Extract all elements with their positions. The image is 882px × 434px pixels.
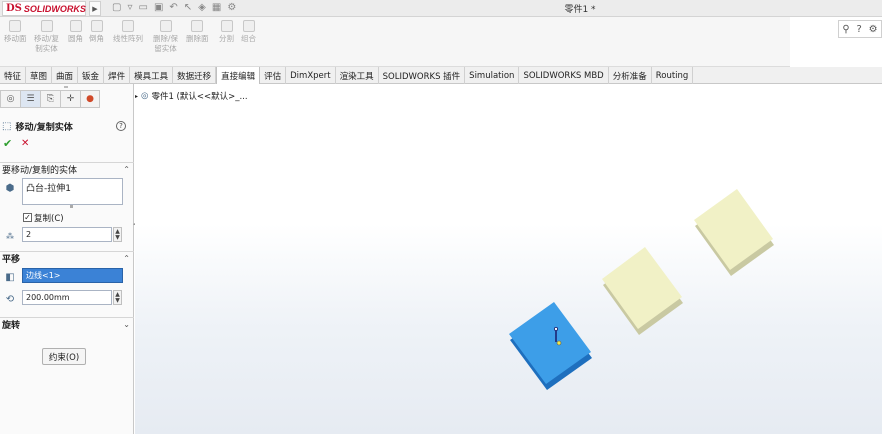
tab-simulation[interactable]: Simulation (465, 67, 520, 84)
move-face-icon (9, 20, 22, 32)
tab-routing[interactable]: Routing (652, 67, 694, 84)
logo-text: SOLIDWORKS (23, 3, 86, 14)
move-copy-body-icon (40, 20, 53, 32)
original-body[interactable] (509, 302, 592, 390)
edge-selection-field[interactable]: 边线<1> (22, 268, 123, 283)
tab-data-migration[interactable]: 数据迁移 (173, 67, 217, 84)
chamfer-icon (90, 20, 103, 32)
property-manager: ◎ ☰ ⎘ ✛ ● ⬚ 移动/复制实体 ? ✔ ✕ 要移动/复制的实体 ⌃ ⬢ … (0, 84, 134, 434)
dimxpert-manager-icon[interactable]: ✛ (60, 90, 80, 108)
file-properties-icon[interactable]: ▦ (212, 2, 221, 13)
expand-menu-button[interactable]: ▶ (89, 1, 101, 16)
delete-keep-body-icon (159, 20, 172, 32)
copy-body-2[interactable] (694, 189, 774, 276)
title-bar: DS SOLIDWORKS ▶ ▢ ▿ ▭ ▣ ↶ ↖ ◈ ▦ ⚙ 零件1 * (0, 0, 882, 17)
options-icon[interactable]: ⚙ (227, 2, 236, 13)
solidworks-logo[interactable]: DS SOLIDWORKS (2, 1, 86, 16)
combine-command[interactable]: 组合 (241, 20, 256, 44)
expand-chevron-icon[interactable]: ⌄ (123, 320, 130, 329)
tab-direct-editing[interactable]: 直接编辑 (216, 67, 261, 84)
tab-solidworks-mbd[interactable]: SOLIDWORKS MBD (519, 67, 609, 84)
tab-dimxpert[interactable]: DimXpert (286, 67, 336, 84)
tab-surfaces[interactable]: 曲面 (52, 67, 79, 84)
ds-logo-mark: DS (6, 3, 22, 14)
model-scene[interactable] (135, 84, 882, 434)
tab-evaluate[interactable]: 评估 (260, 67, 287, 84)
graphics-area[interactable]: ▸ ◎ 零件1 (默认<<默认>_... (135, 84, 882, 434)
delete-face-icon (191, 20, 204, 32)
edge-direction-icon: ◧ (5, 271, 15, 283)
collapse-chevron-icon[interactable]: ⌃ (123, 165, 130, 174)
bodies-selection-list[interactable]: 凸台-拉伸1 (22, 178, 123, 205)
fillet-command[interactable]: 圆角 (68, 20, 83, 44)
configuration-manager-icon[interactable]: ⎘ (40, 90, 60, 108)
distance-icon: ⟲ (5, 293, 15, 305)
list-resize-handle[interactable] (70, 205, 73, 208)
ok-button[interactable]: ✔ (3, 137, 12, 150)
tab-analysis-prep[interactable]: 分析准备 (609, 67, 652, 84)
copy-count-spinner[interactable]: ▲ ▼ (113, 227, 122, 242)
distance-spinner[interactable]: ▲ ▼ (113, 290, 122, 305)
select-icon[interactable]: ↖ (184, 2, 192, 13)
combine-icon (242, 20, 255, 32)
constraints-button[interactable]: 约束(O) (42, 348, 86, 365)
copy-count-icon: ⁂ (6, 231, 14, 241)
tab-render-tools[interactable]: 渲染工具 (336, 67, 379, 84)
cancel-button[interactable]: ✕ (21, 138, 29, 149)
copy-body-1-face[interactable] (602, 247, 682, 329)
copy-body-2-face[interactable] (694, 189, 773, 270)
display-manager-icon[interactable]: ● (80, 90, 100, 108)
tab-weldments[interactable]: 焊件 (104, 67, 131, 84)
body-selection-icon: ⬢ (5, 182, 15, 194)
delete-keep-body-command[interactable]: 删除/保 留实体 (153, 20, 178, 54)
chamfer-command[interactable]: 倒角 (89, 20, 104, 44)
open-icon[interactable]: ▿ (127, 2, 132, 13)
distance-field[interactable]: 200.00mm (22, 290, 112, 305)
translate-section-header[interactable]: 平移 ⌃ (0, 251, 134, 265)
original-body-face[interactable] (509, 302, 591, 384)
bodies-section-header[interactable]: 要移动/复制的实体 ⌃ (0, 162, 134, 176)
command-manager: 移动面 移动/复 制实体 圆角 倒角 线性阵列 删除/保 留实体 删除面 分割 … (0, 17, 790, 67)
split-icon (220, 20, 233, 32)
rebuild-icon[interactable]: ◈ (198, 2, 206, 13)
quick-access-toolbar: ▢ ▿ ▭ ▣ ↶ ↖ ◈ ▦ ⚙ (112, 2, 236, 13)
panel-drag-handle[interactable] (64, 86, 68, 88)
fillet-icon (69, 20, 82, 32)
search-icon[interactable]: ⚲ (842, 24, 849, 35)
new-document-icon[interactable]: ▢ (112, 2, 121, 13)
print-icon[interactable]: ▣ (154, 2, 163, 13)
delete-face-command[interactable]: 删除面 (186, 20, 209, 44)
document-title: 零件1 * (564, 5, 596, 15)
move-face-command[interactable]: 移动面 (4, 20, 27, 44)
copy-count-field[interactable]: 2 (22, 227, 112, 242)
tab-features[interactable]: 特征 (0, 67, 27, 84)
search-tools: ⚲ ? ⚙ (838, 20, 882, 38)
help-icon[interactable]: ? (857, 24, 862, 35)
property-manager-title: ⬚ 移动/复制实体 (2, 121, 73, 133)
undo-icon[interactable]: ↶ (169, 2, 177, 13)
feature-manager-icon[interactable]: ◎ (0, 90, 20, 108)
tab-sketch[interactable]: 草图 (26, 67, 53, 84)
property-manager-icon[interactable]: ☰ (20, 90, 40, 108)
command-manager-tabs: 特征 草图 曲面 钣金 焊件 模具工具 数据迁移 直接编辑 评估 DimXper… (0, 67, 882, 84)
collapse-chevron-icon[interactable]: ⌃ (123, 254, 130, 263)
help-button[interactable]: ? (116, 121, 126, 131)
tab-solidworks-addins[interactable]: SOLIDWORKS 插件 (379, 67, 466, 84)
linear-pattern-command[interactable]: 线性阵列 (113, 20, 143, 44)
tab-mold-tools[interactable]: 模具工具 (130, 67, 174, 84)
save-icon[interactable]: ▭ (138, 2, 147, 13)
copy-checkbox[interactable]: ✓ (23, 213, 32, 222)
tab-sheet-metal[interactable]: 钣金 (78, 67, 105, 84)
options-gear-icon[interactable]: ⚙ (869, 24, 878, 35)
copy-body-1[interactable] (602, 247, 683, 335)
panel-tabs: ◎ ☰ ⎘ ✛ ● (0, 90, 134, 108)
move-copy-icon: ⬚ (2, 121, 12, 132)
linear-pattern-icon (122, 20, 134, 32)
copy-label: 复制(C) (34, 214, 64, 224)
rotate-section-header[interactable]: 旋转 ⌄ (0, 317, 134, 331)
move-copy-body-command[interactable]: 移动/复 制实体 (34, 20, 59, 54)
split-command[interactable]: 分割 (219, 20, 234, 44)
